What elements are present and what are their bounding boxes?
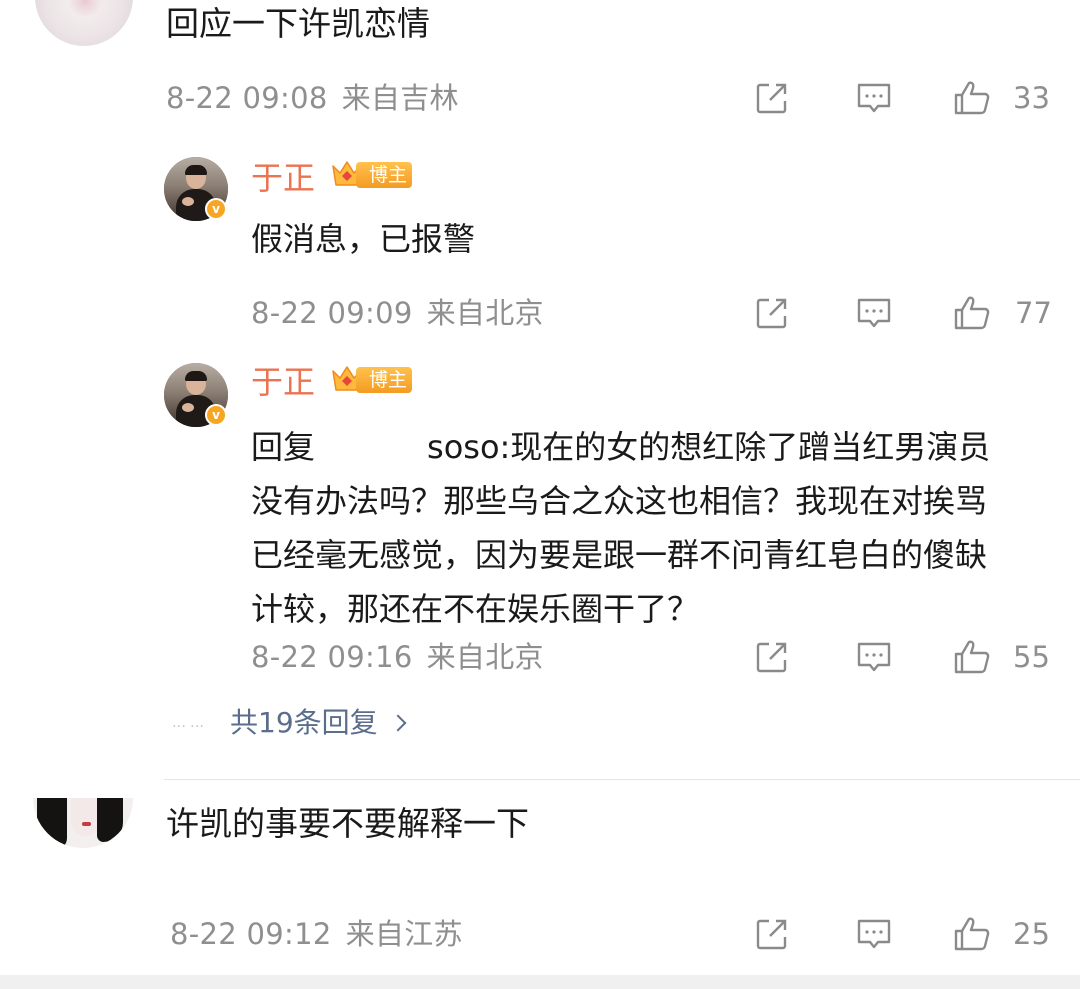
thumbs-up-icon bbox=[954, 296, 990, 330]
reply-time: 8-22 09:09 bbox=[251, 296, 413, 330]
comment-divider bbox=[164, 779, 1080, 780]
repost-button[interactable] bbox=[752, 293, 792, 333]
blogger-badge: 博主 bbox=[330, 157, 412, 191]
reply-line: 没有办法吗？那些乌合之众这也相信？我现在对挨骂 bbox=[251, 482, 988, 520]
comment-text: 许凯的事要不要解释一下 bbox=[166, 804, 529, 843]
comment-location: 来自吉林 bbox=[341, 81, 459, 115]
reply-location: 来自北京 bbox=[426, 296, 544, 330]
comment-button[interactable] bbox=[854, 293, 894, 333]
more-dots: …… bbox=[172, 715, 208, 731]
comment-icon bbox=[857, 298, 891, 328]
reply-prefix: 回复 bbox=[251, 428, 316, 466]
comment-time: 8-22 09:08 bbox=[166, 81, 328, 115]
verified-v-icon: v bbox=[205, 404, 227, 426]
like-button[interactable] bbox=[952, 637, 992, 677]
thumbs-up-icon bbox=[954, 81, 990, 115]
reply-meta: 8-22 09:16 来自北京 bbox=[251, 639, 544, 675]
more-replies-link[interactable]: …… 共19条回复 bbox=[172, 705, 407, 741]
like-button[interactable] bbox=[952, 293, 992, 333]
repost-button[interactable] bbox=[752, 78, 792, 118]
reply-line-text: :现在的女的想红除了蹭当红男演员 bbox=[499, 428, 991, 466]
verified-v-icon: v bbox=[205, 198, 227, 220]
blogger-badge-label: 博主 bbox=[356, 162, 412, 188]
like-count: 33 bbox=[1013, 81, 1050, 115]
reply-username[interactable]: 于正 bbox=[251, 362, 315, 402]
repost-button[interactable] bbox=[752, 914, 792, 954]
reply-text: 假消息，已报警 bbox=[251, 220, 476, 258]
reply-line: 计较，那还在不在娱乐圈干了？ bbox=[251, 590, 700, 628]
reply-target[interactable]: soso bbox=[427, 428, 500, 466]
reply-text: 回复 soso:现在的女的想红除了蹭当红男演员 没有办法吗？那些乌合之众这也相信？… bbox=[251, 420, 1051, 636]
comment-icon bbox=[857, 83, 891, 113]
like-button[interactable] bbox=[952, 78, 992, 118]
reply-time: 8-22 09:16 bbox=[251, 640, 413, 674]
repost-icon bbox=[756, 83, 787, 114]
blogger-badge-label: 博主 bbox=[356, 367, 412, 393]
like-count: 55 bbox=[1013, 640, 1050, 674]
comment-meta: 8-22 09:12 来自江苏 bbox=[170, 916, 463, 952]
thumbs-up-icon bbox=[954, 917, 990, 951]
blogger-badge: 博主 bbox=[330, 362, 412, 396]
comment-time: 8-22 09:12 bbox=[170, 917, 332, 951]
comment-location: 来自江苏 bbox=[345, 917, 463, 951]
commenter-avatar[interactable] bbox=[35, 0, 133, 46]
thumbs-up-icon bbox=[954, 640, 990, 674]
like-count: 25 bbox=[1013, 917, 1050, 951]
comment-button[interactable] bbox=[854, 637, 894, 677]
comment-button[interactable] bbox=[854, 78, 894, 118]
repost-button[interactable] bbox=[752, 637, 792, 677]
comment-text: 回应一下许凯恋情 bbox=[166, 4, 430, 43]
like-button[interactable] bbox=[952, 914, 992, 954]
like-count: 77 bbox=[1015, 296, 1052, 330]
reply-meta: 8-22 09:09 来自北京 bbox=[251, 295, 544, 331]
more-replies-label[interactable]: 共19条回复 bbox=[230, 705, 378, 741]
reply-line: 回复 soso:现在的女的想红除了蹭当红男演员 bbox=[251, 420, 1051, 474]
repost-icon bbox=[756, 298, 787, 329]
comment-icon bbox=[857, 919, 891, 949]
chevron-right-icon bbox=[389, 714, 407, 732]
comment-meta: 8-22 09:08 来自吉林 bbox=[166, 80, 459, 116]
bottom-separator bbox=[0, 975, 1080, 989]
comment-button[interactable] bbox=[854, 914, 894, 954]
commenter-avatar[interactable] bbox=[33, 798, 133, 848]
reply-location: 来自北京 bbox=[426, 640, 544, 674]
repost-icon bbox=[756, 642, 787, 673]
repost-icon bbox=[756, 919, 787, 950]
reply-username[interactable]: 于正 bbox=[251, 158, 315, 198]
reply-line: 已经毫无感觉，因为要是跟一群不问青红皂白的傻缺 bbox=[251, 536, 988, 574]
comment-icon bbox=[857, 642, 891, 672]
